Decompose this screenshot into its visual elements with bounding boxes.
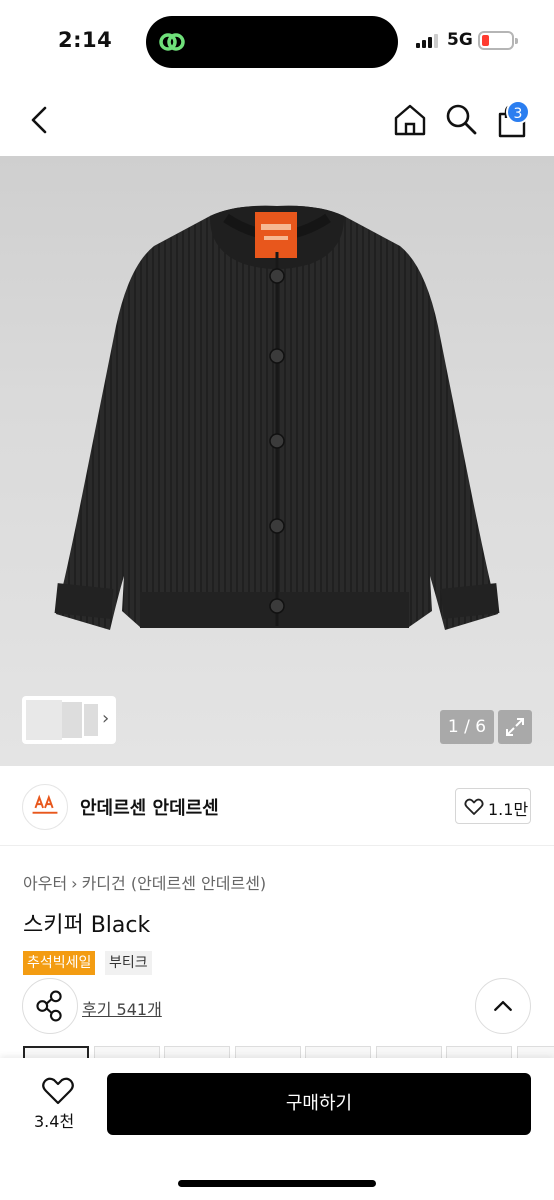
- home-icon[interactable]: [392, 102, 428, 138]
- wishlist-heart-icon[interactable]: [38, 1076, 78, 1106]
- chevron-right-icon[interactable]: ›: [102, 708, 109, 729]
- cart-count-badge: 3: [506, 100, 530, 124]
- search-icon[interactable]: [444, 102, 478, 136]
- product-title: 스키퍼 Black: [23, 913, 151, 938]
- back-icon[interactable]: [26, 104, 54, 136]
- category-tag: 부티크: [105, 951, 152, 975]
- breadcrumb-separator: ›: [71, 874, 78, 893]
- buy-button[interactable]: 구매하기: [107, 1073, 531, 1135]
- breadcrumb-item[interactable]: 아우터: [23, 874, 67, 893]
- battery-icon: [478, 31, 518, 50]
- product-image-cardigan: [54, 205, 500, 630]
- thumbnail-strip[interactable]: ›: [22, 696, 116, 744]
- brand-like-button[interactable]: 1.1만: [455, 788, 531, 824]
- share-icon[interactable]: [22, 978, 78, 1034]
- top-nav: [0, 84, 554, 156]
- brand-row[interactable]: 안데르센 안데르센 1.1만: [0, 766, 554, 846]
- signal-icon: [416, 34, 440, 48]
- thumbnail-image[interactable]: [26, 700, 62, 740]
- brand-name[interactable]: 안데르센 안데르센: [80, 794, 219, 820]
- expand-icon[interactable]: [498, 710, 532, 744]
- thumbnail-image[interactable]: [84, 704, 98, 736]
- sale-tag: 추석빅세일: [23, 951, 96, 975]
- link-app-icon: [159, 33, 185, 51]
- home-indicator: [178, 1180, 376, 1187]
- status-bar: 2:14 5G: [0, 0, 554, 84]
- thumbnail-image[interactable]: [62, 702, 82, 738]
- dynamic-island: [146, 16, 398, 68]
- status-time: 2:14: [58, 28, 113, 52]
- brand-like-count: 1.1만: [488, 800, 529, 819]
- product-image-gallery[interactable]: › 1 / 6: [0, 156, 554, 766]
- image-page-counter: 1 / 6: [440, 710, 494, 744]
- chevron-up-icon[interactable]: [475, 978, 531, 1034]
- heart-icon: [464, 798, 484, 815]
- review-link[interactable]: 후기 541개: [82, 996, 162, 1020]
- network-label: 5G: [447, 30, 473, 50]
- wishlist-count: 3.4천: [34, 1112, 75, 1131]
- breadcrumb: 아우터 › 카디건 (안데르센 안데르센): [23, 870, 266, 894]
- bottom-action-bar: 3.4천 구매하기: [0, 1058, 554, 1200]
- breadcrumb-item[interactable]: 카디건 (안데르센 안데르센): [82, 874, 267, 893]
- brand-logo[interactable]: [22, 784, 68, 830]
